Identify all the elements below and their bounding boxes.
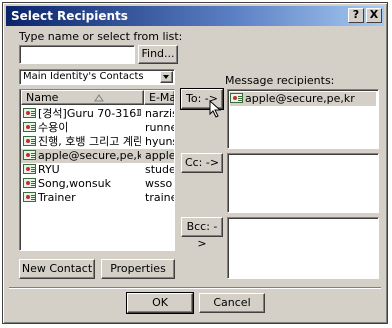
contact-row[interactable]: [경석]Guru 70-316패스~ narzis — [21, 107, 174, 121]
contact-row[interactable]: 진행, 호뱅 그리고 계란... hyuns — [21, 135, 174, 149]
properties-button[interactable]: Properties — [101, 259, 175, 279]
to-recipients-list[interactable]: apple@secure,pe,kr — [227, 89, 379, 149]
select-recipients-dialog: Select Recipients ? X Type name or selec… — [2, 2, 388, 324]
contact-card-icon — [23, 108, 36, 118]
contact-card-icon — [23, 178, 36, 188]
help-button[interactable]: ? — [348, 8, 364, 23]
footer-divider — [9, 287, 381, 289]
contact-row-selected[interactable]: apple@secure,pe,kr apple — [21, 149, 174, 163]
contact-row[interactable]: Trainer traine — [21, 191, 174, 205]
bcc-button[interactable]: Bcc: -> — [181, 217, 223, 250]
contact-card-icon — [23, 164, 36, 174]
address-book-value: Main Identity's Contacts — [23, 71, 144, 82]
chevron-down-icon — [163, 75, 169, 79]
close-button[interactable]: X — [366, 8, 382, 23]
cancel-button[interactable]: Cancel — [199, 293, 265, 313]
help-icon: ? — [352, 8, 360, 21]
ok-button[interactable]: OK — [127, 293, 193, 313]
cc-button[interactable]: Cc: -> — [181, 153, 223, 173]
new-contact-button[interactable]: New Contact — [19, 259, 95, 279]
contact-card-icon — [23, 150, 36, 160]
search-input[interactable] — [19, 45, 135, 64]
contact-list[interactable]: Name E-Ma [경석]Guru 70-316패스~ narzis 수용이 … — [19, 89, 175, 251]
contact-row[interactable]: RYU stude — [21, 163, 174, 177]
contact-card-icon — [23, 136, 36, 146]
mouse-cursor-icon — [209, 100, 221, 118]
column-header-name[interactable]: Name — [21, 90, 144, 105]
find-button[interactable]: Find... — [138, 45, 178, 64]
contact-card-icon — [23, 192, 36, 202]
dialog-title: Select Recipients — [11, 9, 128, 23]
contact-card-icon — [230, 93, 243, 103]
contact-card-icon — [23, 122, 36, 132]
sort-arrow-icon — [94, 94, 104, 102]
close-icon: X — [369, 8, 379, 21]
cc-recipients-list[interactable] — [227, 153, 379, 213]
column-header-email[interactable]: E-Ma — [144, 90, 174, 105]
search-label: Type name or select from list: — [19, 30, 183, 43]
bcc-recipients-list[interactable] — [227, 217, 379, 279]
contact-row[interactable]: 수용이 runne — [21, 121, 174, 135]
recipients-label: Message recipients: — [225, 74, 335, 87]
recipient-item[interactable]: apple@secure,pe,kr — [230, 92, 376, 106]
address-book-select[interactable]: Main Identity's Contacts — [19, 69, 175, 85]
dropdown-arrow-button[interactable] — [160, 71, 173, 83]
contact-row[interactable]: Song,wonsuk wsso — [21, 177, 174, 191]
title-bar: Select Recipients ? X — [6, 6, 384, 26]
